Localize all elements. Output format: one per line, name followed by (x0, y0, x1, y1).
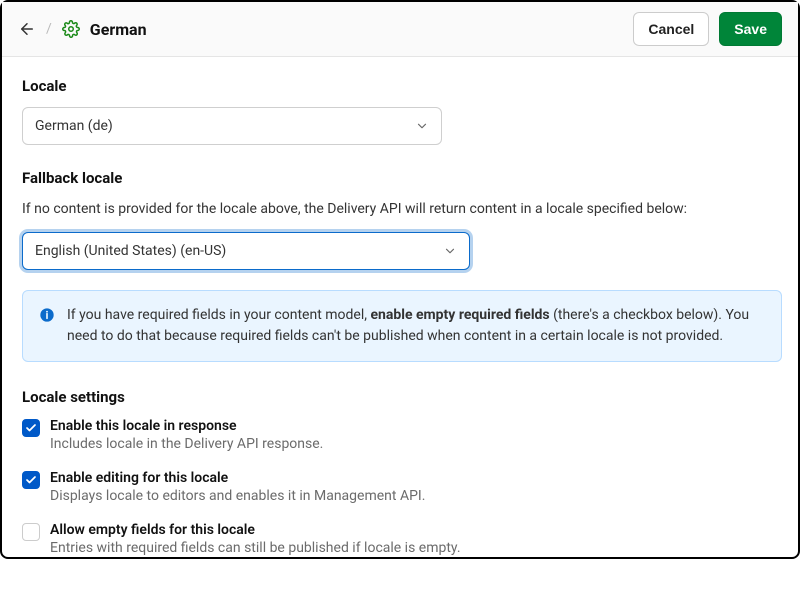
settings-list: Enable this locale in response Includes l… (22, 418, 778, 556)
setting-label: Enable this locale in response (50, 418, 323, 434)
setting-description: Displays locale to editors and enables i… (50, 488, 425, 504)
setting-label: Enable editing for this locale (50, 470, 425, 486)
fallback-select-value: English (United States) (en-US) (35, 243, 226, 259)
checkbox[interactable] (22, 419, 40, 437)
fallback-description: If no content is provided for the locale… (22, 199, 778, 220)
page-title: German (90, 20, 147, 39)
cancel-button[interactable]: Cancel (633, 12, 709, 46)
info-text: If you have required fields in your cont… (67, 305, 765, 347)
breadcrumb-separator: / (46, 21, 52, 37)
locale-select[interactable]: German (de) (22, 107, 442, 145)
chevron-down-icon (443, 244, 457, 258)
setting-row: Enable this locale in response Includes l… (22, 418, 778, 452)
save-button[interactable]: Save (719, 12, 782, 46)
fallback-locale-select[interactable]: English (United States) (en-US) (22, 232, 470, 270)
header-left: / German (18, 20, 147, 39)
locale-section-title: Locale (22, 77, 778, 95)
info-icon (39, 307, 55, 347)
setting-row: Enable editing for this locale Displays l… (22, 470, 778, 504)
checkbox[interactable] (22, 523, 40, 541)
gear-icon (62, 20, 80, 38)
locale-select-value: German (de) (35, 118, 113, 134)
content: Locale German (de) Fallback locale If no… (2, 57, 798, 604)
setting-label: Allow empty fields for this locale (50, 522, 461, 538)
chevron-down-icon (415, 119, 429, 133)
page-header: / German Cancel Save (2, 2, 798, 57)
settings-section-title: Locale settings (22, 388, 778, 406)
header-actions: Cancel Save (633, 12, 782, 46)
back-arrow-icon[interactable] (18, 20, 36, 38)
setting-row: Allow empty fields for this locale Entrie… (22, 522, 778, 556)
setting-description: Entries with required fields can still b… (50, 540, 461, 556)
checkbox[interactable] (22, 471, 40, 489)
setting-description: Includes locale in the Delivery API resp… (50, 436, 323, 452)
info-banner: If you have required fields in your cont… (22, 290, 782, 362)
fallback-section-title: Fallback locale (22, 169, 778, 187)
